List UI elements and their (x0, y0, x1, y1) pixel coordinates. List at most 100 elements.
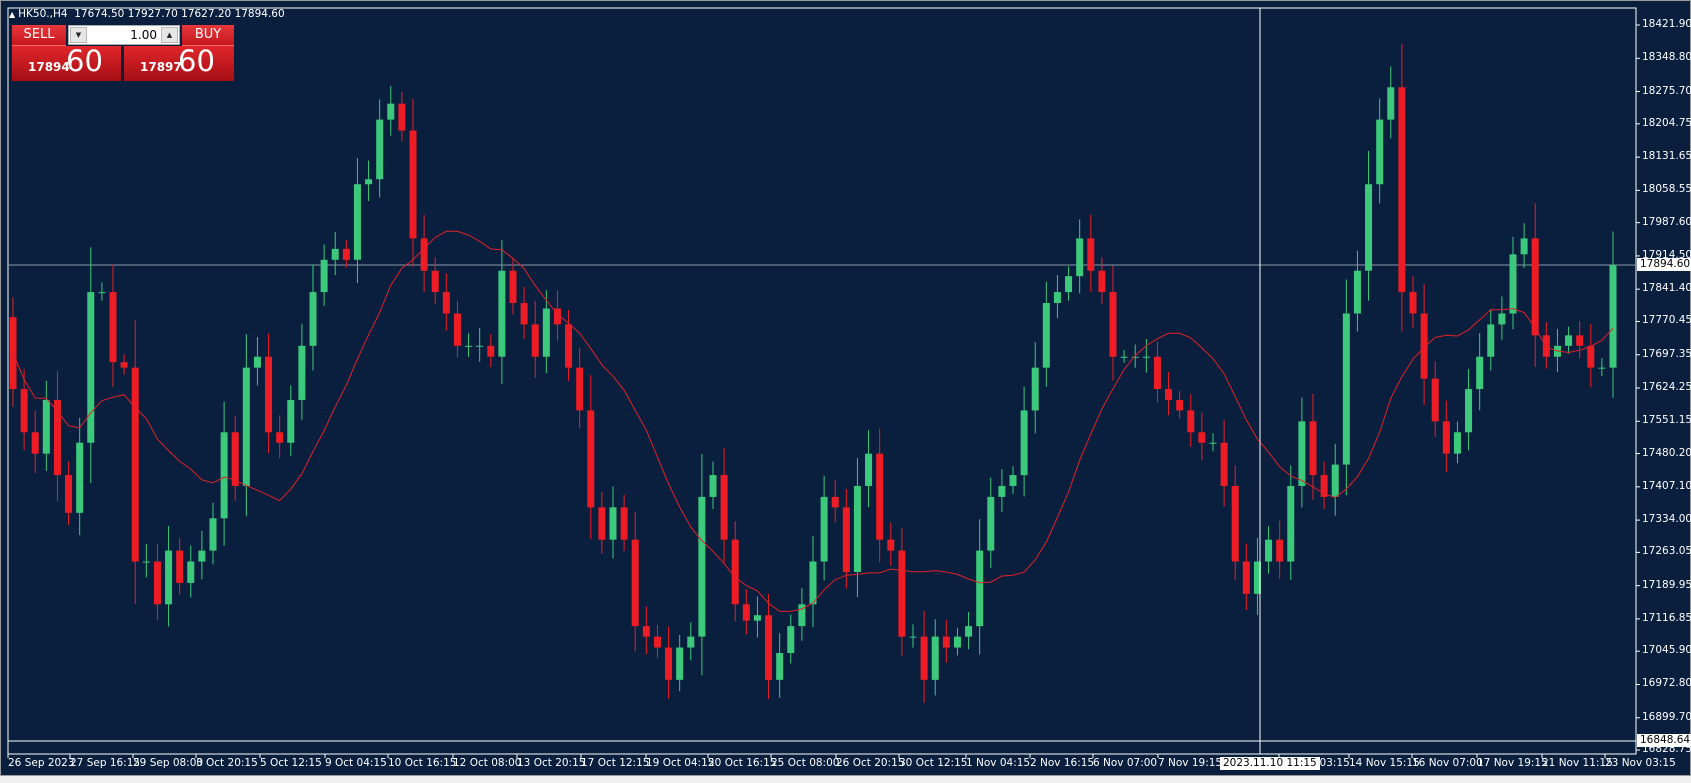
bear-candle (276, 432, 284, 443)
y-tick-label: 18348.80 (1642, 51, 1691, 64)
x-tick-label: 17 Nov 19:15 (1477, 757, 1548, 769)
bear-candle (920, 636, 928, 680)
x-tick-label: 26 Oct 20:15 (836, 757, 905, 769)
x-tick-label: 29 Sep 08:00 (133, 757, 204, 769)
bull-candle (1287, 485, 1295, 562)
bear-candle (898, 550, 906, 637)
bull-candle (1009, 475, 1017, 486)
x-tick-label: 25 Oct 08:00 (771, 757, 840, 769)
bull-candle (609, 507, 617, 540)
bear-candle (1587, 345, 1595, 368)
bear-candle (442, 292, 450, 314)
bull-candle (1265, 539, 1273, 562)
bear-candle (831, 496, 839, 508)
bull-candle (820, 496, 828, 562)
bull-candle (1020, 410, 1028, 476)
crosshair-price-label: 16848.64 (1637, 733, 1691, 747)
bull-candle (1353, 270, 1361, 314)
bear-candle (409, 130, 417, 239)
bull-candle (1142, 356, 1150, 358)
bull-candle (309, 292, 317, 346)
bull-candle (365, 179, 373, 185)
bear-candle (631, 539, 639, 627)
bear-candle (1576, 335, 1584, 346)
bear-candle (342, 248, 350, 260)
bull-candle (1342, 313, 1350, 465)
x-tick-label: 21 Nov 11:15 (1542, 757, 1613, 769)
bull-candle (165, 550, 173, 605)
x-tick-label: 30 Oct 12:15 (899, 757, 968, 769)
x-tick-label: 19 Oct 04:15 (646, 757, 715, 769)
bull-candle (987, 496, 995, 551)
x-tick-label: 12 Oct 08:00 (453, 757, 522, 769)
bull-candle (1465, 389, 1473, 433)
bull-candle (1331, 464, 1339, 497)
bear-candle (176, 550, 184, 583)
bear-candle (9, 317, 17, 390)
bear-candle (1098, 270, 1106, 293)
bear-candle (1109, 292, 1117, 357)
y-tick-label: 16899.70 (1642, 710, 1691, 723)
sell-price-button[interactable]: 17894 60 (12, 44, 121, 81)
y-tick-label: 17189.95 (1642, 578, 1691, 591)
bull-candle (498, 270, 506, 357)
lot-value[interactable]: 1.00 (130, 28, 157, 42)
decrease-lot-icon[interactable]: ▼ (70, 27, 87, 43)
bull-candle (187, 561, 195, 583)
bear-candle (453, 313, 461, 346)
bull-candle (387, 103, 395, 120)
bear-candle (765, 615, 773, 680)
bear-candle (1276, 539, 1284, 562)
bull-candle (1476, 356, 1484, 390)
bull-candle (42, 399, 50, 454)
chart-window[interactable]: ▲ HK50.,H4 17674.50 17927.70 17627.20 178… (0, 0, 1691, 776)
bear-candle (231, 432, 239, 486)
bull-candle (1065, 276, 1073, 293)
bear-candle (153, 561, 161, 605)
buy-price-pips: 60 (178, 44, 215, 78)
x-tick-label: 6 Nov 07:00 (1093, 757, 1158, 769)
lot-size-input[interactable]: ▼ 1.00 ▲ (68, 25, 180, 45)
bear-candle (520, 303, 528, 325)
x-tick-label: 20 Oct 16:15 (708, 757, 777, 769)
x-tick-label: 26 Sep 2023 (8, 757, 75, 769)
x-tick-label: 5 Oct 12:15 (260, 757, 322, 769)
y-tick-label: 17480.20 (1642, 446, 1691, 459)
bull-candle (142, 561, 150, 563)
bear-candle (1231, 485, 1239, 562)
bull-candle (1598, 367, 1606, 369)
chart-title: ▲ HK50.,H4 17674.50 17927.70 17627.20 178… (9, 8, 285, 20)
collapse-triangle-icon[interactable]: ▲ (9, 10, 15, 19)
sell-price-pips: 60 (66, 44, 103, 78)
bull-candle (376, 119, 384, 180)
sell-button[interactable]: SELL (12, 25, 66, 46)
bull-candle (1053, 292, 1061, 304)
bull-candle (753, 615, 761, 621)
one-click-trading-panel: SELL ▼ 1.00 ▲ BUY 17894 60 17897 60 (12, 25, 234, 81)
buy-button[interactable]: BUY (182, 25, 234, 46)
bull-candle (198, 550, 206, 562)
bear-candle (20, 389, 28, 433)
bull-candle (931, 636, 939, 680)
y-tick-label: 17770.45 (1642, 314, 1691, 327)
bear-candle (1531, 238, 1539, 336)
bear-candle (431, 270, 439, 293)
bull-candle (1387, 87, 1395, 120)
x-tick-label: 23 Nov 03:15 (1605, 757, 1676, 769)
buy-price-button[interactable]: 17897 60 (124, 44, 234, 81)
bull-candle (542, 308, 550, 357)
y-tick-label: 17624.25 (1642, 381, 1691, 393)
bull-candle (353, 184, 361, 260)
bear-candle (487, 345, 495, 357)
bear-candle (842, 507, 850, 572)
price-chart[interactable] (1, 1, 1691, 783)
y-tick-label: 18131.65 (1642, 150, 1691, 163)
bull-candle (853, 485, 861, 572)
x-tick-label: 10 Oct 16:15 (388, 757, 457, 769)
bear-candle (1431, 378, 1439, 422)
increase-lot-icon[interactable]: ▲ (161, 27, 178, 43)
bull-candle (320, 259, 328, 293)
bear-candle (587, 410, 595, 508)
bear-candle (1420, 313, 1428, 379)
bear-candle (720, 475, 728, 540)
